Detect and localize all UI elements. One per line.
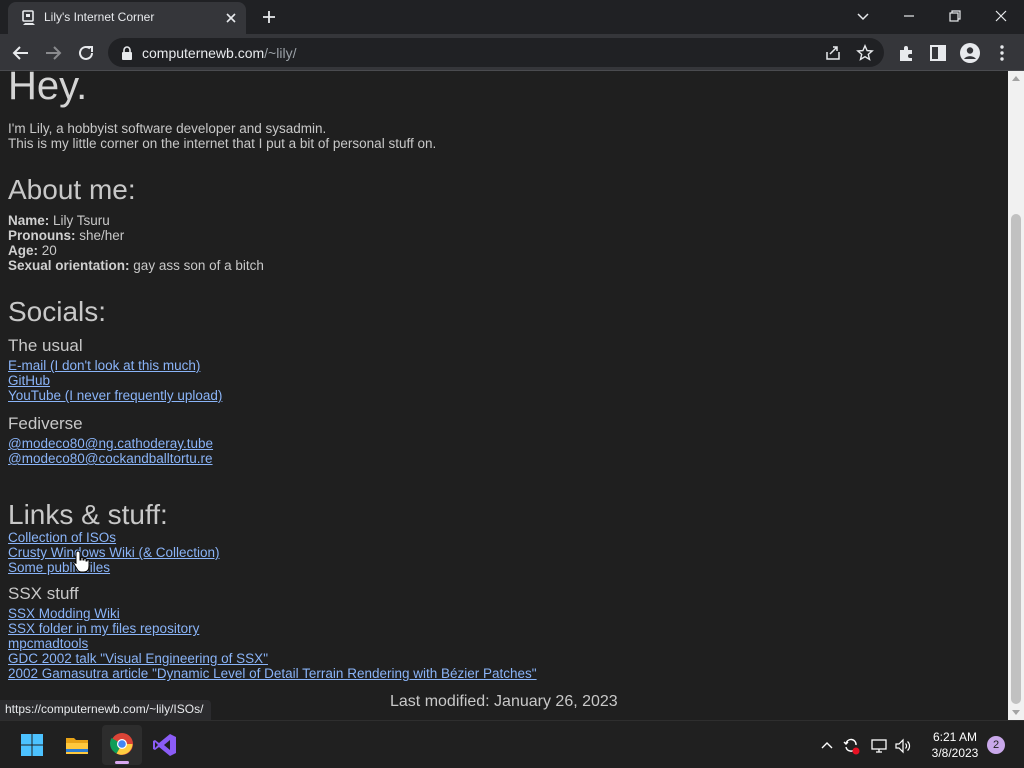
- volume-icon[interactable]: [894, 737, 912, 755]
- github-link[interactable]: GitHub: [8, 373, 50, 388]
- email-link[interactable]: E-mail (I don't look at this much): [8, 358, 200, 373]
- usual-heading: The usual: [8, 336, 83, 355]
- url-text[interactable]: computernewb.com/~lily/: [142, 45, 296, 61]
- page-heading: Hey.: [8, 71, 88, 108]
- close-window-icon[interactable]: [991, 6, 1011, 26]
- usual-links: E-mail (I don't look at this much) GitHu…: [8, 358, 222, 403]
- fediverse-links: @modeco80@ng.cathoderay.tube @modeco80@c…: [8, 436, 213, 466]
- fediverse-link[interactable]: @modeco80@ng.cathoderay.tube: [8, 436, 213, 451]
- windows-start-icon[interactable]: [20, 733, 44, 757]
- tab-search-chevron-icon[interactable]: [853, 6, 873, 26]
- link-status-bubble: https://computernewb.com/~lily/ISOs/: [0, 700, 212, 720]
- field-value: 20: [41, 243, 57, 258]
- profile-avatar-icon[interactable]: [959, 42, 981, 64]
- field-value: gay ass son of a bitch: [133, 258, 264, 273]
- tray-overflow-chevron-icon[interactable]: [818, 737, 836, 755]
- tab-title: Lily's Internet Corner: [44, 10, 155, 24]
- about-field: Sexual orientation: gay ass son of a bit…: [8, 258, 264, 273]
- scroll-up-arrow-icon[interactable]: [1012, 76, 1020, 81]
- url-path: /~lily/: [264, 45, 297, 61]
- url-host: computernewb.com: [142, 45, 265, 61]
- youtube-link[interactable]: YouTube (I never frequently upload): [8, 388, 222, 403]
- about-heading: About me:: [8, 174, 136, 205]
- scrollbar-thumb[interactable]: [1011, 214, 1021, 704]
- site-favicon-icon: [22, 10, 35, 25]
- intro-line: I'm Lily, a hobbyist software developer …: [8, 121, 327, 136]
- isos-link[interactable]: Collection of ISOs: [8, 530, 116, 545]
- windows-wiki-link[interactable]: Crusty Windows Wiki (& Collection): [8, 545, 220, 560]
- field-label: Name:: [8, 213, 50, 228]
- intro-text: I'm Lily, a hobbyist software developer …: [8, 121, 436, 151]
- ssx-links: SSX Modding Wiki SSX folder in my files …: [8, 606, 537, 681]
- about-field: Pronouns: she/her: [8, 228, 264, 243]
- notification-badge[interactable]: 2: [987, 736, 1005, 754]
- ssx-link[interactable]: SSX folder in my files repository: [8, 621, 199, 636]
- about-field: Age: 20: [8, 243, 264, 258]
- fediverse-heading: Fediverse: [8, 414, 83, 433]
- restore-icon[interactable]: [945, 6, 965, 26]
- taskbar-clock[interactable]: 6:21 AM 3/8/2023: [920, 729, 990, 761]
- ssx-link[interactable]: 2002 Gamasutra article "Dynamic Level of…: [8, 666, 537, 681]
- about-field: Name: Lily Tsuru: [8, 213, 264, 228]
- field-label: Sexual orientation:: [8, 258, 130, 273]
- ssx-link[interactable]: mpcmadtools: [8, 636, 88, 651]
- hand-pointer-cursor-icon: [73, 550, 90, 573]
- scroll-down-arrow-icon[interactable]: [1012, 710, 1020, 715]
- lock-icon[interactable]: [120, 45, 134, 61]
- field-value: Lily Tsuru: [53, 213, 110, 228]
- network-icon[interactable]: [870, 737, 888, 755]
- side-panel-icon[interactable]: [927, 42, 949, 64]
- last-modified: Last modified: January 26, 2023: [390, 693, 618, 710]
- page-viewport: Hey. I'm Lily, a hobbyist software devel…: [0, 71, 1008, 720]
- share-icon[interactable]: [824, 44, 842, 62]
- field-label: Pronouns:: [8, 228, 76, 243]
- active-app-indicator: [115, 761, 129, 764]
- menu-kebab-icon[interactable]: [991, 42, 1013, 64]
- links-list: Collection of ISOs Crusty Windows Wiki (…: [8, 530, 220, 575]
- browser-tab[interactable]: Lily's Internet Corner: [8, 2, 246, 34]
- close-tab-icon[interactable]: [223, 10, 239, 26]
- ssx-link[interactable]: SSX Modding Wiki: [8, 606, 120, 621]
- clock-date: 3/8/2023: [931, 746, 979, 760]
- intro-line: This is my little corner on the internet…: [8, 136, 437, 151]
- reload-icon[interactable]: [75, 42, 97, 64]
- extensions-puzzle-icon[interactable]: [895, 42, 917, 64]
- new-tab-icon[interactable]: [260, 8, 278, 26]
- bookmark-star-icon[interactable]: [856, 44, 874, 62]
- ssx-heading: SSX stuff: [8, 584, 79, 603]
- sync-alert-icon[interactable]: [842, 737, 860, 755]
- socials-heading: Socials:: [8, 296, 107, 327]
- ssx-link[interactable]: GDC 2002 talk "Visual Engineering of SSX…: [8, 651, 268, 666]
- about-fields: Name: Lily Tsuru Pronouns: she/her Age: …: [8, 213, 264, 273]
- page-scrollbar[interactable]: [1008, 71, 1024, 720]
- back-arrow-icon[interactable]: [10, 42, 32, 64]
- browser-toolbar: computernewb.com/~lily/: [0, 34, 1024, 71]
- visual-studio-icon[interactable]: [152, 732, 178, 758]
- tab-strip: Lily's Internet Corner: [0, 0, 1024, 34]
- file-explorer-icon[interactable]: [64, 732, 90, 758]
- field-value: she/her: [79, 228, 125, 243]
- clock-time: 6:21 AM: [932, 730, 978, 744]
- fediverse-link[interactable]: @modeco80@cockandballtortu.re: [8, 451, 213, 466]
- links-heading: Links & stuff:: [8, 499, 168, 530]
- field-label: Age:: [8, 243, 38, 258]
- forward-arrow-icon[interactable]: [42, 42, 64, 64]
- windows-taskbar: 6:21 AM 3/8/2023 2: [0, 720, 1024, 768]
- public-files-link[interactable]: Some public files: [8, 560, 110, 575]
- address-bar[interactable]: computernewb.com/~lily/: [108, 38, 884, 67]
- chrome-taskbar-button[interactable]: [102, 725, 142, 765]
- chrome-icon: [110, 733, 133, 755]
- minimize-icon[interactable]: [899, 6, 919, 26]
